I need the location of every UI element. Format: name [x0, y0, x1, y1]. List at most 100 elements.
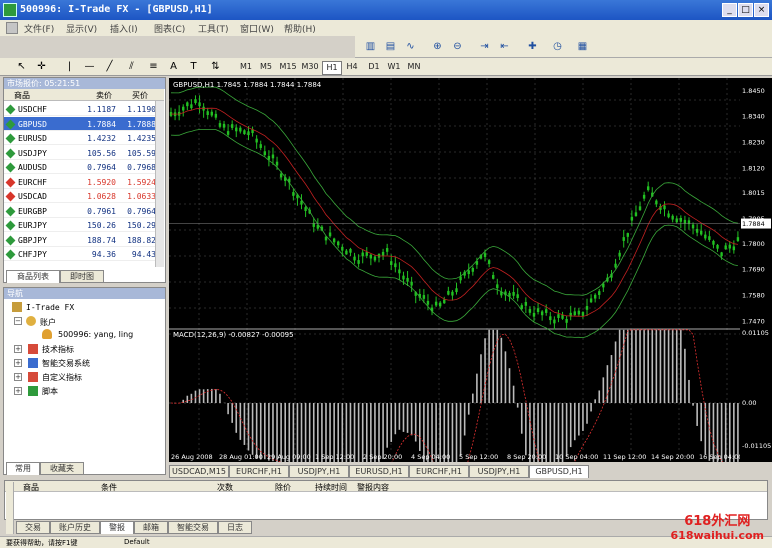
fibonacci-icon[interactable]: ≡: [146, 59, 161, 74]
menu-insert[interactable]: 插入(I): [110, 22, 138, 35]
candle-body: [626, 233, 629, 237]
auto-scroll-icon[interactable]: ⇥: [477, 39, 492, 54]
vertical-line-icon[interactable]: |: [62, 59, 77, 74]
expand-custom-indicators-icon[interactable]: +: [14, 373, 22, 381]
text-label-icon[interactable]: T: [186, 59, 201, 74]
zoom-out-icon[interactable]: ⊖: [450, 39, 465, 54]
market-watch-row[interactable]: USDJPY 105.56 105.59: [4, 146, 164, 160]
price-tick-label: 1.7800: [742, 240, 765, 248]
price-chart[interactable]: 26 Aug 2008 28 Aug 01:00 29 Aug 09:00 1 Sep…: [169, 78, 740, 462]
timeframe-m15[interactable]: M15: [278, 61, 298, 73]
tab-trade[interactable]: 交易: [16, 521, 50, 534]
timeframe-mn[interactable]: MN: [404, 61, 424, 73]
chart-tab[interactable]: EURUSD,H1: [349, 465, 409, 478]
tab-account-history[interactable]: 账户历史: [50, 521, 100, 534]
market-watch-row[interactable]: EURJPY 150.26 150.29: [4, 218, 164, 232]
menu-charts[interactable]: 图表(C): [154, 22, 185, 35]
bar-chart-icon[interactable]: ▥: [363, 39, 378, 54]
window-title: 500996: I-Trade FX - [GBPUSD,H1]: [20, 4, 213, 15]
chart-tab[interactable]: USDCAD,M15: [169, 465, 229, 478]
close-button[interactable]: ×: [754, 3, 769, 17]
chart-tab[interactable]: USDJPY,H1: [469, 465, 529, 478]
candle-body: [483, 253, 487, 257]
indicators-icon[interactable]: ✚: [525, 39, 540, 54]
maximize-button[interactable]: □: [738, 3, 753, 17]
candle-body: [243, 130, 246, 135]
menu-tools[interactable]: 工具(T): [198, 22, 229, 35]
chart-tab[interactable]: USDJPY,H1: [289, 465, 349, 478]
candle-body: [528, 309, 532, 313]
navigator-account-item[interactable]: 500996: yang, ling: [58, 330, 133, 339]
chart-tab[interactable]: EURCHF,H1: [409, 465, 469, 478]
candle-body: [581, 312, 585, 316]
text-tool-icon[interactable]: A: [166, 59, 181, 74]
market-watch-tabs: 商品列表 即时图: [4, 270, 164, 283]
timeframe-m1[interactable]: M1: [236, 61, 256, 73]
timeframe-h1[interactable]: H1: [322, 61, 342, 75]
channel-icon[interactable]: ⫽: [124, 59, 139, 74]
navigator-scripts[interactable]: 脚本: [42, 386, 58, 397]
menu-window[interactable]: 窗口(W): [240, 22, 274, 35]
market-watch-row[interactable]: AUDUSD 0.7964 0.7968: [4, 160, 164, 174]
market-watch-row[interactable]: GBPJPY 188.74 188.82: [4, 233, 164, 247]
timeframe-m30[interactable]: M30: [300, 61, 320, 73]
candle-chart-icon[interactable]: ▤: [383, 39, 398, 54]
price-tick-label: 1.8450: [742, 87, 765, 95]
navigator-indicators[interactable]: 技术指标: [42, 344, 74, 355]
market-watch-row[interactable]: CHFJPY 94.36 94.43: [4, 247, 164, 261]
tab-alerts[interactable]: 警报: [100, 521, 134, 534]
timeframe-w1[interactable]: W1: [384, 61, 404, 73]
tab-mailbox[interactable]: 邮箱: [134, 521, 168, 534]
row-ask: 188.82: [127, 235, 156, 245]
candle-body: [434, 301, 438, 306]
terminal-panel: 商品 条件 次数 除价 持续时间 警报内容: [4, 480, 768, 520]
chart-tab[interactable]: GBPUSD,H1: [529, 465, 589, 478]
terminal-side-handle[interactable]: [6, 482, 14, 534]
templates-icon[interactable]: ▦: [575, 39, 590, 54]
menu-file[interactable]: 文件(F): [24, 22, 54, 35]
market-watch-row[interactable]: EURGBP 0.7961 0.7964: [4, 204, 164, 218]
market-watch-row[interactable]: USDCHF 1.1187 1.1190: [4, 102, 164, 116]
collapse-accounts-icon[interactable]: −: [14, 317, 22, 325]
timeframe-h4[interactable]: H4: [342, 61, 362, 73]
expand-experts-icon[interactable]: +: [14, 359, 22, 367]
market-watch-row[interactable]: USDCAD 1.0628 1.0633: [4, 189, 164, 203]
expand-indicators-icon[interactable]: +: [14, 345, 22, 353]
chart-shift-icon[interactable]: ⇤: [497, 39, 512, 54]
navigator-experts[interactable]: 智能交易系统: [42, 358, 90, 369]
market-watch-row[interactable]: GBPUSD 1.7884 1.7888: [4, 116, 164, 131]
candle-body: [512, 292, 515, 296]
navigator-root[interactable]: I-Trade FX: [26, 303, 74, 312]
market-watch-row[interactable]: EURUSD 1.4232 1.4235: [4, 131, 164, 145]
crosshair-icon[interactable]: ✛: [34, 59, 49, 74]
folder-icon: [12, 302, 22, 312]
zoom-in-icon[interactable]: ⊕: [430, 39, 445, 54]
timeframe-m5[interactable]: M5: [256, 61, 276, 73]
cursor-icon[interactable]: ↖: [14, 59, 29, 74]
bollinger-lower-band: [170, 129, 738, 339]
candle-body: [667, 213, 670, 218]
app-icon: [3, 3, 17, 17]
tab-favorites[interactable]: 收藏夹: [40, 462, 84, 475]
menu-view[interactable]: 显示(V): [66, 22, 97, 35]
candle-body: [214, 113, 218, 118]
timeframe-d1[interactable]: D1: [364, 61, 384, 73]
periods-icon[interactable]: ◷: [550, 39, 565, 54]
tab-symbols[interactable]: 商品列表: [6, 270, 60, 283]
arrows-icon[interactable]: ⇅: [208, 59, 223, 74]
market-watch-row[interactable]: EURCHF 1.5920 1.5924: [4, 175, 164, 189]
tab-journal[interactable]: 日志: [218, 521, 252, 534]
minimize-button[interactable]: _: [722, 3, 737, 17]
menu-help[interactable]: 帮助(H): [284, 22, 316, 35]
horizontal-line-icon[interactable]: —: [82, 59, 97, 74]
navigator-custom-indicators[interactable]: 自定义指标: [42, 372, 82, 383]
tab-tick-chart[interactable]: 即时图: [60, 270, 104, 283]
line-chart-icon[interactable]: ∿: [403, 39, 418, 54]
tab-experts[interactable]: 智能交易: [168, 521, 218, 534]
tab-common[interactable]: 常用: [6, 462, 40, 475]
trendline-icon[interactable]: ╱: [102, 59, 117, 74]
market-watch-scrollbar[interactable]: [155, 101, 164, 267]
chart-tab[interactable]: EURCHF,H1: [229, 465, 289, 478]
expand-scripts-icon[interactable]: +: [14, 387, 22, 395]
navigator-accounts[interactable]: 账户: [40, 317, 56, 328]
